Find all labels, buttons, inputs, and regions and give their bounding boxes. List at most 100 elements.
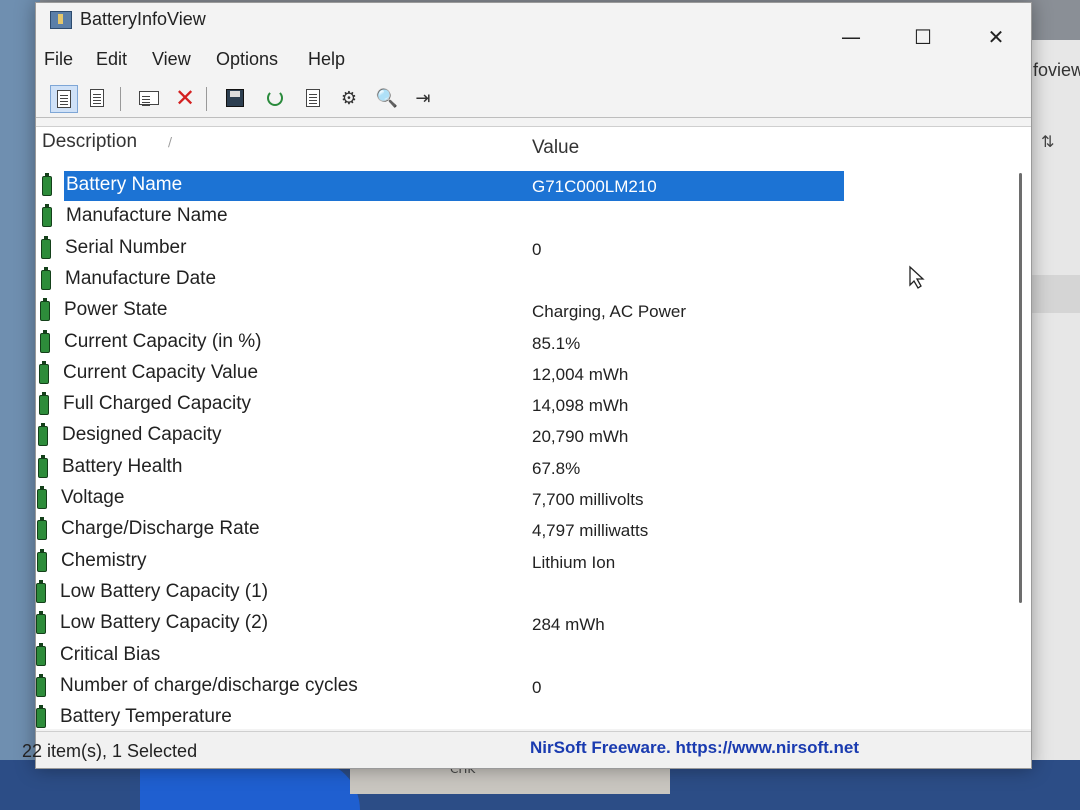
- row-description: Serial Number: [65, 236, 187, 258]
- table-row[interactable]: Battery Name G71C000LM210: [36, 171, 846, 201]
- battery-icon: [38, 454, 48, 478]
- table-row[interactable]: Manufacture Date: [36, 265, 846, 295]
- status-bar: 22 item(s), 1 Selected NirSoft Freeware.…: [22, 731, 1031, 768]
- save-icon[interactable]: [222, 85, 248, 111]
- toolbar: ✕ ⚙ 🔍 ⇥: [36, 81, 1031, 118]
- menu-help[interactable]: Help: [308, 49, 345, 70]
- toolbar-separator: [120, 87, 121, 111]
- row-description: Low Battery Capacity (2): [60, 612, 269, 634]
- row-description: Designed Capacity: [62, 424, 222, 446]
- desktop-background: [0, 0, 40, 810]
- table-row[interactable]: Battery Temperature: [36, 703, 846, 733]
- sort-icon: ⇅: [1041, 132, 1055, 151]
- row-description: Critical Bias: [60, 643, 161, 665]
- row-value: Charging, AC Power: [532, 302, 687, 322]
- table-row[interactable]: Voltage 7,700 millivolts: [36, 484, 846, 514]
- row-description: Battery Health: [62, 455, 183, 477]
- delete-icon[interactable]: ✕: [172, 84, 198, 112]
- row-description: Manufacture Name: [66, 205, 228, 227]
- copy-icon[interactable]: [136, 85, 162, 111]
- battery-icon: [39, 360, 49, 384]
- table-row[interactable]: Designed Capacity 20,790 mWh: [36, 421, 846, 451]
- battery-icon: [36, 611, 46, 635]
- table-row[interactable]: Charge/Discharge Rate 4,797 milliwatts: [36, 515, 846, 545]
- table-row[interactable]: Low Battery Capacity (2) 284 mWh: [36, 609, 846, 639]
- html-report-icon[interactable]: [84, 85, 110, 111]
- battery-icon: [36, 642, 46, 666]
- table-row[interactable]: Battery Health 67.8%: [36, 453, 846, 483]
- row-value: 67.8%: [532, 458, 581, 478]
- table-row[interactable]: Serial Number 0: [36, 234, 846, 264]
- battery-icon: [42, 173, 52, 196]
- options-icon[interactable]: ⚙: [336, 85, 362, 111]
- battery-icon: [38, 423, 48, 447]
- refresh-icon[interactable]: [262, 85, 288, 111]
- battery-icon: [39, 392, 49, 416]
- column-header-value[interactable]: Value: [532, 137, 579, 159]
- row-description: Charge/Discharge Rate: [61, 518, 260, 540]
- battery-icon: [40, 329, 50, 353]
- background-window: foview ⇅: [1030, 40, 1080, 760]
- battery-icon: [41, 235, 51, 259]
- sort-indicator-icon: /: [168, 135, 173, 149]
- row-description: Chemistry: [61, 549, 147, 571]
- row-description: Voltage: [61, 487, 125, 508]
- battery-icon: [37, 486, 47, 509]
- row-value: 85.1%: [532, 333, 581, 353]
- row-value: 4,797 milliwatts: [532, 521, 649, 541]
- background-window-title: foview: [1033, 60, 1080, 80]
- table-row[interactable]: Full Charged Capacity 14,098 mWh: [36, 390, 846, 420]
- row-description: Low Battery Capacity (1): [60, 580, 269, 602]
- row-description: Full Charged Capacity: [63, 393, 251, 415]
- vertical-scrollbar[interactable]: [1019, 173, 1022, 603]
- battery-app-icon: [50, 11, 72, 29]
- copy-selected-icon[interactable]: [300, 85, 326, 111]
- battery-icon: [42, 204, 52, 228]
- toolbar-separator: [206, 87, 207, 111]
- table-row[interactable]: Chemistry Lithium Ion: [36, 547, 846, 577]
- row-description: Manufacture Date: [65, 267, 217, 289]
- table-row[interactable]: Manufacture Name: [36, 202, 846, 232]
- menu-options[interactable]: Options: [216, 49, 278, 70]
- battery-info-list[interactable]: Description / Value Battery Name G71C000L…: [36, 126, 1031, 729]
- battery-icon: [37, 517, 47, 541]
- row-value: G71C000LM210: [532, 177, 657, 196]
- title-bar[interactable]: BatteryInfoView — ☐ ✕: [36, 3, 1031, 49]
- row-value: 12,004 mWh: [532, 364, 629, 384]
- battery-icon: [41, 266, 51, 290]
- table-row[interactable]: Number of charge/discharge cycles 0: [36, 672, 846, 702]
- row-description: Battery Name: [66, 174, 183, 195]
- row-value: Lithium Ion: [532, 552, 616, 572]
- properties-icon[interactable]: [50, 85, 78, 113]
- table-row[interactable]: Power State Charging, AC Power: [36, 296, 846, 326]
- battery-icon: [36, 579, 46, 603]
- row-description: Current Capacity Value: [63, 361, 259, 383]
- table-row[interactable]: Critical Bias: [36, 641, 846, 671]
- menu-file[interactable]: File: [44, 49, 73, 70]
- row-description: Current Capacity (in %): [64, 330, 262, 352]
- battery-icon: [36, 705, 46, 729]
- table-row[interactable]: Current Capacity (in %) 85.1%: [36, 328, 846, 358]
- menu-bar: File Edit View Options Help: [36, 49, 1031, 75]
- row-description: Number of charge/discharge cycles: [60, 674, 358, 696]
- table-row[interactable]: Low Battery Capacity (1): [36, 578, 846, 608]
- column-header-description[interactable]: Description: [42, 131, 137, 153]
- battery-icon: [37, 548, 47, 572]
- menu-edit[interactable]: Edit: [96, 49, 127, 70]
- row-value: 7,700 millivolts: [532, 490, 644, 509]
- exit-icon[interactable]: ⇥: [410, 85, 436, 111]
- nirsoft-link[interactable]: NirSoft Freeware. https://www.nirsoft.ne…: [530, 738, 859, 758]
- table-row[interactable]: Current Capacity Value 12,004 mWh: [36, 359, 846, 389]
- menu-view[interactable]: View: [152, 49, 191, 70]
- batteryinfoview-window: BatteryInfoView — ☐ ✕ File Edit View Opt…: [22, 2, 1032, 769]
- row-value: 0: [532, 677, 542, 697]
- battery-icon: [40, 298, 50, 322]
- row-value: 20,790 mWh: [532, 427, 629, 447]
- row-description: Battery Temperature: [60, 706, 232, 728]
- row-value: 0: [532, 239, 542, 259]
- status-item-count: 22 item(s), 1 Selected: [22, 741, 198, 761]
- row-value: 284 mWh: [532, 615, 605, 635]
- find-icon[interactable]: 🔍: [374, 85, 400, 111]
- battery-icon: [36, 673, 46, 697]
- window-title: BatteryInfoView: [80, 9, 206, 29]
